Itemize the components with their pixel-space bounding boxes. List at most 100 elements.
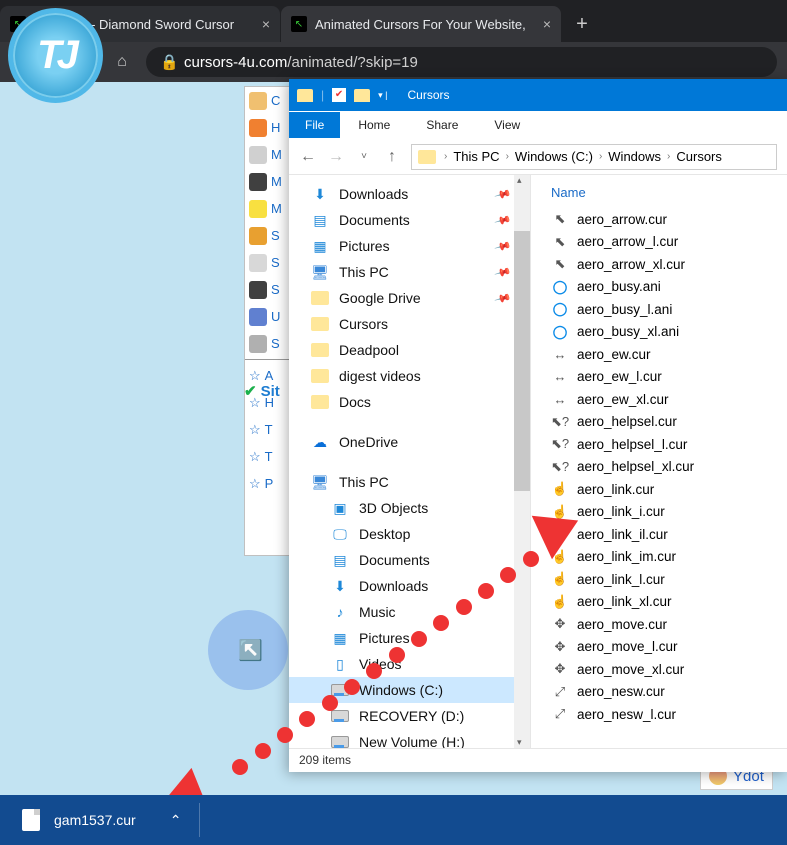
nav-item[interactable]: 🖥This PC📌 [289,259,530,285]
annotation-dot [232,759,248,775]
nav-item[interactable]: ▯Videos [289,651,530,677]
download-item[interactable]: gam1537.cur ⌃ [16,803,200,837]
pc-icon: 🖥 [311,474,329,490]
ribbon: File Home Share View [289,111,787,139]
file-item[interactable]: ✥aero_move_l.cur [551,636,787,659]
nav-back-button[interactable]: ← [299,148,317,166]
file-item[interactable]: ⬉aero_arrow_l.cur [551,231,787,254]
file-explorer-window: | ✔ ▾ | Cursors File Home Share View ← →… [289,79,787,772]
star-icon: ☆ [249,422,261,438]
nav-item[interactable]: ▦Pictures [289,625,530,651]
file-item[interactable]: ⬉?aero_helpsel_l.cur [551,433,787,456]
chevron-icon[interactable]: › [665,151,672,162]
file-item[interactable]: ◯aero_busy.ani [551,276,787,299]
nav-item[interactable]: ⬇Downloads📌 [289,181,530,207]
nav-item[interactable]: ▦Pictures📌 [289,233,530,259]
nav-this-pc[interactable]: 🖥This PC [289,469,530,495]
category-icon [249,173,267,191]
annotation-dot [322,695,338,711]
annotation-dot [277,727,293,743]
file-item[interactable]: ⬉?aero_helpsel_xl.cur [551,456,787,479]
ribbon-file-tab[interactable]: File [289,112,340,138]
nav-history-dropdown[interactable]: ˅ [355,151,373,162]
nav-item[interactable]: New Volume (H:) [289,729,530,748]
file-list-pane: Name ⬉aero_arrow.cur⬉aero_arrow_l.cur⬉ae… [531,175,787,748]
annotation-dot [255,743,271,759]
breadcrumb-item[interactable]: This PC [449,149,503,164]
file-item[interactable]: ↔aero_ew_l.cur [551,366,787,389]
nav-item[interactable]: Cursors [289,311,530,337]
cursor-file-icon: ✥ [551,616,569,632]
file-item[interactable]: ◯aero_busy_xl.ani [551,321,787,344]
nav-item[interactable]: ▣3D Objects [289,495,530,521]
column-header-name[interactable]: Name [551,181,787,208]
file-item[interactable]: ◯aero_busy_l.ani [551,298,787,321]
checkbox-icon[interactable]: ✔ [332,88,346,102]
nav-item[interactable]: ▤Documents📌 [289,207,530,233]
nav-item[interactable]: ⬇Downloads [289,573,530,599]
pin-icon: 📌 [494,185,512,203]
nav-item[interactable]: Deadpool [289,337,530,363]
cursor-file-icon: ⬉ [551,256,569,272]
new-tab-button[interactable]: + [568,10,596,38]
nav-onedrive[interactable]: ☁OneDrive [289,429,530,455]
file-item[interactable]: ☝aero_link_im.cur [551,546,787,569]
breadcrumb-item[interactable]: Windows (C:) [511,149,597,164]
address-bar: ← → ⟳ ⌂ 🔒 cursors-4u.com/animated/?skip=… [0,42,787,82]
title-bar[interactable]: | ✔ ▾ | Cursors [289,79,787,111]
star-icon: ☆ [249,449,261,465]
breadcrumb-item[interactable]: Cursors [672,149,726,164]
folder-icon [418,150,436,164]
nav-item[interactable]: Google Drive📌 [289,285,530,311]
chevron-up-icon[interactable]: ⌃ [170,812,182,829]
file-item[interactable]: ✥aero_move_xl.cur [551,658,787,681]
folder-icon [311,316,329,332]
file-item[interactable]: ⤢aero_nesw_l.cur [551,703,787,726]
file-item[interactable]: ☝aero_link_l.cur [551,568,787,591]
nav-up-button[interactable]: ↑ [383,148,401,166]
file-item[interactable]: ⬉?aero_helpsel.cur [551,411,787,434]
chevron-icon[interactable]: › [442,151,449,162]
doc-icon: ▤ [331,552,349,568]
chevron-icon[interactable]: › [597,151,604,162]
ribbon-tab-home[interactable]: Home [340,112,408,138]
file-item[interactable]: ☝aero_link_xl.cur [551,591,787,614]
file-item[interactable]: ⬉aero_arrow_xl.cur [551,253,787,276]
folder-icon [297,89,313,102]
nav-item[interactable]: Docs [289,389,530,415]
annotation-dot [523,551,539,567]
url-host: cursors-4u.com [184,54,287,71]
browser-tab-active[interactable]: ↖ Animated Cursors For Your Website, × [281,6,561,42]
cursor-file-icon: ☝ [551,481,569,497]
nav-item[interactable]: digest videos [289,363,530,389]
cursor-file-icon: ◯ [551,301,569,317]
nav-item[interactable]: 🖵Desktop [289,521,530,547]
cursor-file-icon: ⬉? [551,459,569,475]
scrollbar-thumb[interactable] [514,231,530,491]
pin-icon: 📌 [494,263,512,281]
cursor-file-icon: ☝ [551,594,569,610]
pc-icon: 🖥 [311,264,329,280]
cursor-file-icon: ✥ [551,639,569,655]
file-item[interactable]: ✥aero_move.cur [551,613,787,636]
tab-title: Animated Cursors For Your Website, [315,17,533,32]
nav-item[interactable]: ♪Music [289,599,530,625]
close-tab-icon[interactable]: × [262,16,270,32]
file-item[interactable]: ☝aero_link_i.cur [551,501,787,524]
file-item[interactable]: ↔aero_ew.cur [551,343,787,366]
ribbon-tab-view[interactable]: View [476,112,538,138]
close-tab-icon[interactable]: × [543,16,551,32]
qat-dropdown-icon[interactable]: ▾ | [378,90,387,101]
file-item[interactable]: ☝aero_link.cur [551,478,787,501]
url-input[interactable]: 🔒 cursors-4u.com/animated/?skip=19 [146,47,777,77]
file-item[interactable]: ↔aero_ew_xl.cur [551,388,787,411]
breadcrumb-item[interactable]: Windows [604,149,665,164]
chevron-icon[interactable]: › [504,151,511,162]
ribbon-tab-share[interactable]: Share [408,112,476,138]
home-button[interactable]: ⌂ [112,52,132,72]
breadcrumb-bar[interactable]: › This PC › Windows (C:) › Windows › Cur… [411,144,777,170]
drive-icon [331,708,349,724]
file-item[interactable]: ⬉aero_arrow.cur [551,208,787,231]
nav-item[interactable]: ▤Documents [289,547,530,573]
file-item[interactable]: ⤢aero_nesw.cur [551,681,787,704]
